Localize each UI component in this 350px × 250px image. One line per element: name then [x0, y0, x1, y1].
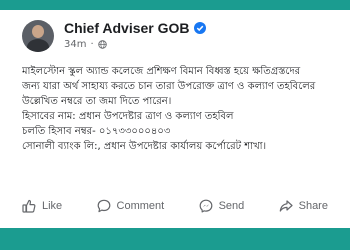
post-line: হিসাবের নাম: প্রধান উপদেষ্টার ত্রাণ ও কল…	[22, 111, 234, 122]
comment-icon	[97, 199, 110, 213]
meta-separator: ·	[90, 39, 94, 50]
avatar[interactable]	[22, 20, 54, 52]
frame-top-border	[0, 0, 350, 10]
comment-button[interactable]: Comment	[97, 199, 165, 213]
like-button[interactable]: Like	[22, 199, 62, 213]
globe-icon	[97, 40, 107, 49]
share-button[interactable]: Share	[279, 199, 328, 213]
send-button[interactable]: Send	[199, 199, 245, 213]
verified-badge-icon	[193, 22, 206, 34]
frame-bottom-border	[0, 228, 350, 250]
post-body: মাইলস্টোন স্কুল অ্যান্ড কলেজে প্রশিক্ষণ …	[22, 64, 328, 154]
send-label: Send	[218, 200, 245, 212]
author-name[interactable]: Chief Adviser GOB	[64, 20, 190, 36]
thumbs-up-icon	[22, 199, 36, 213]
post-line: সোনালী ব্যাংক লি:, প্রধান উপদেষ্টার কার্…	[22, 141, 267, 152]
facebook-post-card: Chief Adviser GOB 34m · মাইলস্টোন স্কুল …	[0, 10, 350, 228]
post-line: জন্য যারা অর্থ সাহায্য করতে চান তারা উপর…	[22, 81, 316, 92]
post-time[interactable]: 34m	[64, 39, 86, 50]
messenger-icon	[199, 199, 212, 213]
post-line: চলতি হিসাব নম্বর- ০১৭৩৩০০০৪০৩	[22, 126, 171, 137]
like-label: Like	[42, 200, 63, 212]
post-line: মাইলস্টোন স্কুল অ্যান্ড কলেজে প্রশিক্ষণ …	[22, 66, 301, 77]
author-row: Chief Adviser GOB	[64, 20, 206, 36]
comment-label: Comment	[116, 200, 165, 212]
post-line: উল্লেখিত নম্বরে তা জমা দিতে পারেন।	[22, 96, 172, 107]
share-icon	[279, 200, 293, 212]
post-meta: 34m ·	[64, 39, 107, 50]
post-actions: Like Comment Send Share	[22, 194, 328, 218]
share-label: Share	[298, 200, 328, 212]
post-header: Chief Adviser GOB 34m ·	[22, 10, 328, 56]
